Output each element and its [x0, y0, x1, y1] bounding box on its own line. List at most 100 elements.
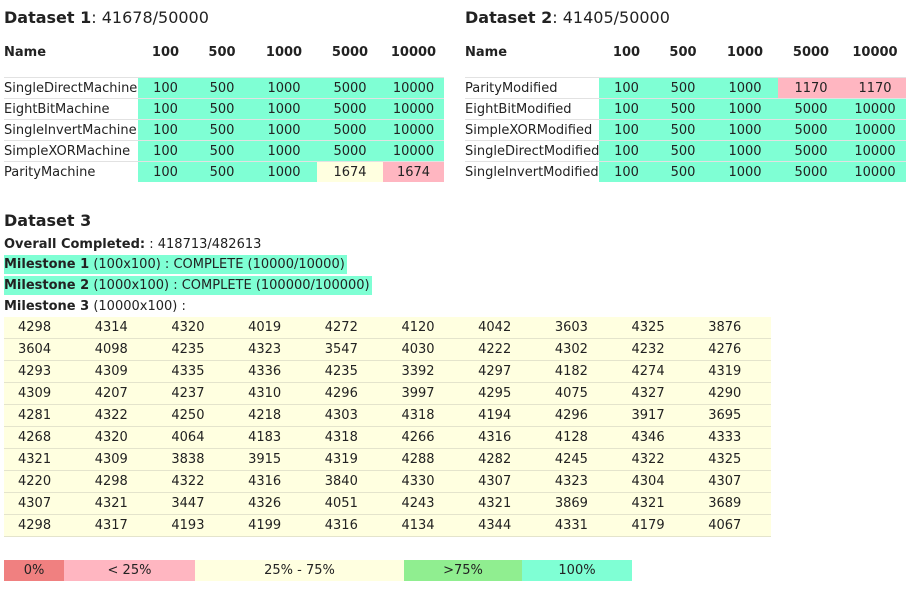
grid-cell: 4293: [4, 360, 81, 383]
grid-row: 4281 4322 4250 4218 4303 4318 4194 4296 3917 3695: [4, 404, 771, 427]
grid-cell: 4323: [540, 470, 618, 493]
grid-cell: 4317: [80, 514, 158, 537]
grid-cell: 4321: [617, 492, 695, 515]
grid-cell: 4309: [4, 382, 81, 405]
grid-cell: 4325: [694, 448, 771, 471]
score-cell: 10000: [383, 119, 444, 141]
grid-cell: 4318: [310, 426, 388, 449]
dataset1-table: Name 100 500 1000 5000 10000 SingleDirectMach…: [4, 36, 444, 182]
score-cell: 100: [599, 161, 654, 182]
grid-cell: 4120: [387, 317, 465, 339]
grid-cell: 4296: [310, 382, 388, 405]
score-cell: 500: [193, 98, 251, 120]
grid-cell: 4067: [694, 514, 771, 537]
score-cell: 5000: [317, 77, 383, 99]
grid-cell: 4327: [617, 382, 695, 405]
dataset1-spacer-row: [4, 69, 444, 78]
grid-cell: 4309: [80, 360, 158, 383]
grid-cell: 4316: [464, 426, 541, 449]
grid-cell: 4302: [540, 338, 618, 361]
grid-cell: 4266: [387, 426, 465, 449]
milestone-2-status: (1000x100) : COMPLETE (100000/100000): [89, 278, 370, 293]
grid-cell: 4199: [234, 514, 311, 537]
grid-cell: 4019: [234, 317, 311, 339]
score-cell: 5000: [778, 119, 844, 141]
grid-cell: 3997: [387, 382, 465, 405]
dataset2-score: : 41405/50000: [552, 8, 670, 27]
row-name: ParityMachine: [4, 161, 138, 182]
grid-cell: 4243: [387, 492, 465, 515]
row-name: SingleInvertMachine: [4, 119, 138, 141]
dataset2-header-100: 100: [612, 45, 641, 60]
grid-cell: 4346: [617, 426, 695, 449]
grid-cell: 4075: [540, 382, 618, 405]
score-cell: 1000: [251, 140, 317, 162]
grid-cell: 4179: [617, 514, 695, 537]
legend-item: 100%: [522, 560, 632, 581]
score-cell: 100: [138, 98, 193, 120]
grid-cell: 4344: [464, 514, 541, 537]
grid-cell: 4310: [234, 382, 311, 405]
milestone-2: Milestone 2 (1000x100) : COMPLETE (10000…: [4, 276, 372, 295]
score-cell: 1000: [712, 77, 778, 99]
grid-cell: 3547: [310, 338, 388, 361]
grid-cell: 4323: [234, 338, 311, 361]
score-cell: 100: [138, 161, 193, 182]
grid-cell: 4322: [157, 470, 235, 493]
score-cell: 100: [138, 119, 193, 141]
grid-cell: 4325: [617, 317, 695, 339]
grid-row: 4293 4309 4335 4336 4235 3392 4297 4182 4274 4319: [4, 360, 771, 383]
score-cell: 500: [654, 140, 712, 162]
score-cell: 500: [193, 161, 251, 182]
score-cell: 1000: [712, 140, 778, 162]
grid-cell: 4183: [234, 426, 311, 449]
table-row: SimpleXORMachine 100 500 1000 5000 10000: [4, 140, 444, 162]
grid-cell: 4232: [617, 338, 695, 361]
table-row: SingleInvertMachine 100 500 1000 5000 10000: [4, 119, 444, 141]
grid-cell: 4272: [310, 317, 388, 339]
dataset1-header-10000: 10000: [390, 45, 437, 60]
row-name: SingleDirectMachine: [4, 77, 138, 99]
score-cell: 1000: [251, 98, 317, 120]
table-row: SingleDirectModified 100 500 1000 5000 10000: [465, 140, 906, 162]
table-row: SingleDirectMachine 100 500 1000 5000 10000: [4, 77, 444, 99]
table-row: SimpleXORModified 100 500 1000 5000 10000: [465, 119, 906, 141]
grid-cell: 4281: [4, 404, 81, 427]
grid-cell: 4298: [4, 514, 81, 537]
grid-cell: 4295: [464, 382, 541, 405]
grid-cell: 4235: [310, 360, 388, 383]
grid-cell: 4250: [157, 404, 235, 427]
grid-cell: 4290: [694, 382, 771, 405]
score-cell: 100: [138, 140, 193, 162]
overall-completed-label: Overall Completed:: [4, 237, 146, 252]
row-name: SimpleXORMachine: [4, 140, 138, 162]
score-cell: 100: [599, 119, 654, 141]
grid-cell: 4298: [4, 317, 81, 339]
grid-cell: 4330: [387, 470, 465, 493]
milestone-1-label: Milestone 1: [4, 257, 90, 272]
dataset1-label: Dataset 1: [4, 8, 92, 27]
score-cell: 5000: [317, 119, 383, 141]
table-row: EightBitMachine 100 500 1000 5000 10000: [4, 98, 444, 120]
overall-completed: Overall Completed: : 418713/482613: [4, 235, 261, 254]
milestone-1: Milestone 1 (100x100) : COMPLETE (10000/…: [4, 255, 347, 274]
legend-item: < 25%: [64, 560, 195, 581]
grid-cell: 4030: [387, 338, 465, 361]
dataset3-title: Dataset 3: [4, 211, 92, 230]
grid-cell: 4134: [387, 514, 465, 537]
grid-row: 4307 4321 3447 4326 4051 4243 4321 3869 4321 3689: [4, 492, 771, 515]
dataset2-header-name: Name: [465, 45, 508, 60]
score-cell: 500: [654, 119, 712, 141]
milestone-3: Milestone 3 (10000x100) :: [4, 297, 186, 316]
grid-cell: 3603: [540, 317, 618, 339]
dataset2-header-row: Name 100 500 1000 5000 10000: [465, 36, 906, 69]
score-cell: 500: [193, 119, 251, 141]
grid-cell: 4276: [694, 338, 771, 361]
dataset1-header-1000: 1000: [265, 45, 303, 60]
grid-cell: 4282: [464, 448, 541, 471]
table-row: EightBitModified 100 500 1000 5000 10000: [465, 98, 906, 120]
dataset1-header-100: 100: [151, 45, 180, 60]
score-cell: 1170: [844, 77, 906, 99]
score-cell: 1000: [712, 98, 778, 120]
grid-cell: 4320: [157, 317, 235, 339]
